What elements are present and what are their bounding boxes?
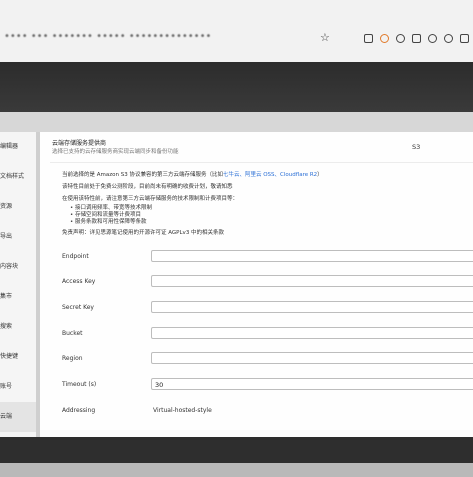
secret-key-input[interactable] [151,301,473,313]
extension-circle-icon[interactable] [396,34,405,43]
info-line-notice: 在使用该特性前，请注意第三方云端存储服务的技术限制和计费项目等： [62,196,239,202]
sidebar-item-assets[interactable]: 资源 [0,192,36,222]
sidebar-item-account[interactable]: 账号 [0,372,36,402]
browser-toolbar [364,34,469,46]
browser-chrome: •••• ••• ••••••• ••••• •••••••••••••• ☆ [0,0,473,63]
region-input[interactable] [151,352,473,364]
list-item: • 服务条款和可用性保障等条款 [70,219,147,225]
info-block: 当前选择的是 Amazon S3 协议兼容的第三方云端存储服务（比如七牛云、阿里… [62,172,462,242]
endpoint-input[interactable] [151,250,473,262]
extension-grid-icon[interactable] [412,34,421,43]
sidebar-item-blocks[interactable]: 内容块 [0,252,36,282]
info-line-provider-suffix: ） [317,172,323,178]
region-row: Region [62,352,473,366]
sidebar-item-search[interactable]: 搜索 [0,312,36,342]
list-item-text: 存储空间和流量等计费项目 [75,212,142,218]
timeout-label: Timeout (s) [62,381,97,388]
region-label: Region [62,355,83,362]
list-item-text: 接口调用频率、带宽等技术限制 [75,205,153,211]
extension-icon[interactable] [364,34,373,43]
bucket-row: Bucket [62,327,473,341]
settings-sidebar: 编辑器 文档样式 资源 导出 内容块 集市 搜索 快捷键 账号 云端 关于 [0,132,37,437]
addressing-row: Addressing Virtual-hosted-style [62,404,473,418]
info-line-provider: 当前选择的是 Amazon S3 协议兼容的第三方云端存储服务（比如七牛云、阿里… [62,172,462,179]
bucket-label: Bucket [62,330,83,337]
bucket-input[interactable] [151,327,473,339]
sidebar-item-bazaar[interactable]: 集市 [0,282,36,312]
sidebar-item-cloud[interactable]: 云端 [0,402,36,432]
dialog-backdrop-top [0,62,473,112]
list-item: • 接口调用频率、带宽等技术限制 [70,205,153,211]
addressing-label: Addressing [62,407,96,414]
access-key-row: Access Key [62,275,473,289]
endpoint-row: Endpoint [62,250,473,264]
dialog-backdrop-bottom [0,437,473,463]
desktop-strip [0,463,473,477]
menu-icon[interactable] [460,34,469,43]
bookmark-star-icon[interactable]: ☆ [320,32,330,43]
provider-links[interactable]: 七牛云、阿里云 OSS、Cloudflare R2 [223,172,317,178]
access-key-label: Access Key [62,278,96,285]
section-subtitle: 选择已支持的云存储服务商实现云端同步和备份功能 [52,149,179,155]
provider-select[interactable]: S3 [412,143,420,151]
dialog-header-strip [0,112,473,132]
timeout-input[interactable]: 30 [151,378,473,390]
sidebar-item-keymap[interactable]: 快捷键 [0,342,36,372]
addressing-select[interactable]: Virtual-hosted-style [153,407,212,414]
sidebar-item-editor[interactable]: 编辑器 [0,132,36,162]
access-key-input[interactable] [151,275,473,287]
sidebar-item-export[interactable]: 导出 [0,222,36,252]
cloud-settings-panel: 云端存储服务提供商 选择已支持的云存储服务商实现云端同步和备份功能 S3 当前选… [40,132,473,437]
section-title: 云端存储服务提供商 [52,140,107,147]
address-bar[interactable]: •••• ••• ••••••• ••••• •••••••••••••• [0,26,354,48]
secret-key-label: Secret Key [62,304,94,311]
sidebar-item-doc-style[interactable]: 文档样式 [0,162,36,192]
info-line-disclaimer: 免责声明：详见思源笔记使用的开源许可证 AGPLv3 中的相关条款 [62,230,225,236]
endpoint-label: Endpoint [62,253,89,260]
list-item: • 存储空间和流量等计费项目 [70,212,142,218]
list-item-text: 服务条款和可用性保障等条款 [75,219,147,225]
info-line-beta: 该特性目前处于免费公测阶段，目前尚未有明确的收费计划，敬请知悉 [62,184,233,190]
info-line-provider-prefix: 当前选择的是 Amazon S3 协议兼容的第三方云端存储服务（比如 [62,172,223,178]
extension-orange-icon[interactable] [380,34,389,43]
timeout-row: Timeout (s) 30 [62,378,473,392]
account-icon[interactable] [444,34,453,43]
info-bullets: • 接口调用频率、带宽等技术限制 • 存储空间和流量等计费项目 • 服务条款和可… [70,205,462,226]
sync-icon[interactable] [428,34,437,43]
divider [50,162,473,163]
secret-key-row: Secret Key [62,301,473,315]
